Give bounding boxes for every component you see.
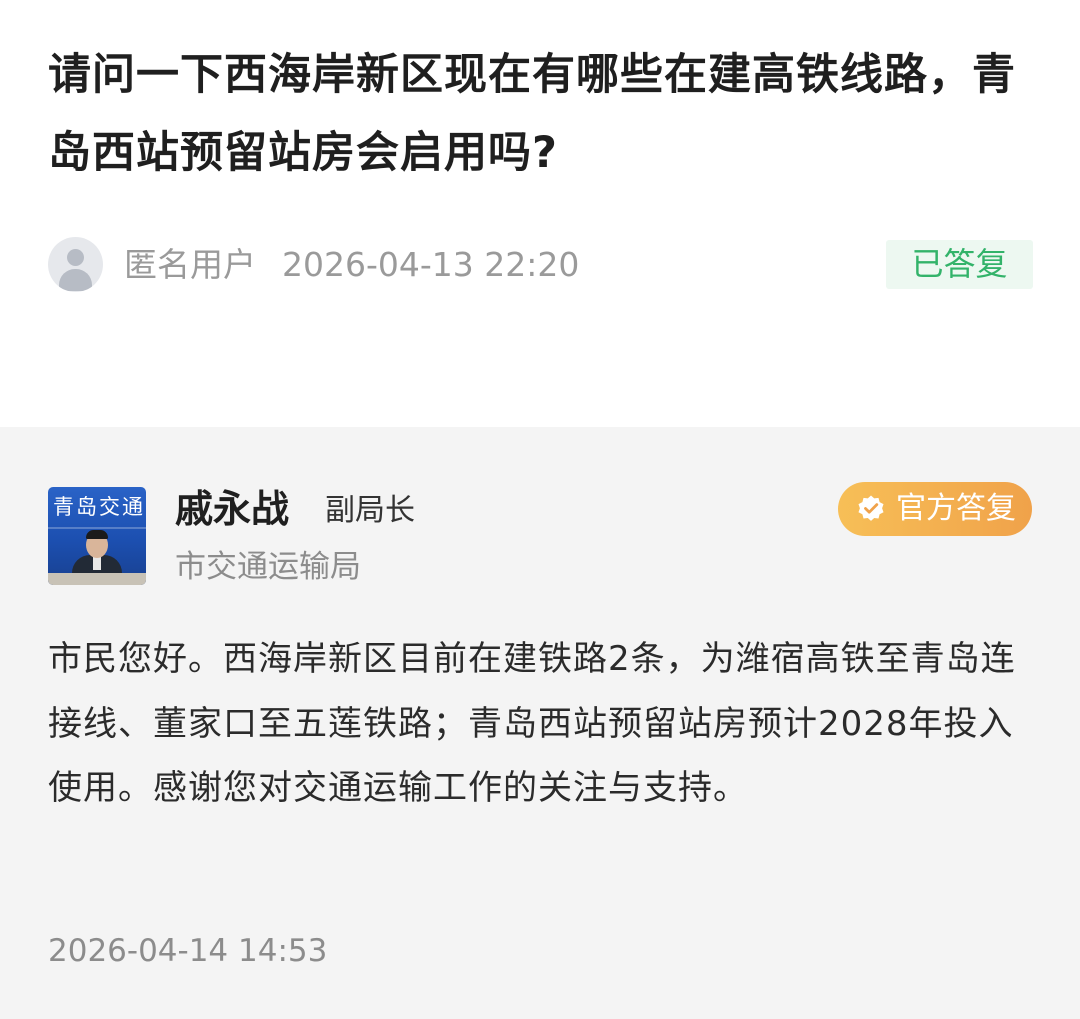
avatar-head-shape bbox=[67, 249, 84, 266]
question-timestamp: 2026-04-13 22:20 bbox=[282, 245, 580, 284]
avatar-desk bbox=[48, 573, 146, 585]
avatar-person-shirt bbox=[93, 556, 101, 570]
avatar-shoulders-shape bbox=[59, 269, 92, 291]
official-name[interactable]: 戚永战 bbox=[175, 483, 289, 535]
answer-section: 青岛交通 戚永战 副局长 市交通运输局 官方答复 市民您好。西海岸新区目前在建铁… bbox=[0, 427, 1080, 1019]
official-avatar[interactable]: 青岛交通 bbox=[48, 487, 146, 585]
official-department: 市交通运输局 bbox=[175, 549, 361, 585]
question-title: 请问一下西海岸新区现在有哪些在建高铁线路，青岛西站预留站房会启用吗? bbox=[48, 50, 1016, 178]
answer-timestamp: 2026-04-14 14:53 bbox=[48, 933, 328, 969]
official-reply-badge: 官方答复 bbox=[838, 482, 1032, 536]
official-title: 副局长 bbox=[325, 493, 415, 528]
answer-text: 市民您好。西海岸新区目前在建铁路2条，为潍宿高铁至青岛连接线、董家口至五莲铁路；… bbox=[48, 639, 1016, 808]
question-section: 请问一下西海岸新区现在有哪些在建高铁线路，青岛西站预留站房会启用吗? 匿名用户 … bbox=[0, 0, 1080, 427]
avatar-backdrop-stripe bbox=[48, 527, 146, 529]
user-placeholder-icon bbox=[48, 237, 103, 292]
status-badge: 已答复 bbox=[886, 240, 1033, 289]
avatar-caption: 青岛交通 bbox=[53, 495, 145, 519]
official-reply-label: 官方答复 bbox=[896, 491, 1016, 526]
verified-check-icon bbox=[858, 495, 884, 521]
asker-name: 匿名用户 bbox=[124, 245, 256, 284]
avatar-person-hair bbox=[86, 530, 108, 539]
qa-page: 请问一下西海岸新区现在有哪些在建高铁线路，青岛西站预留站房会启用吗? 匿名用户 … bbox=[0, 0, 1080, 1019]
